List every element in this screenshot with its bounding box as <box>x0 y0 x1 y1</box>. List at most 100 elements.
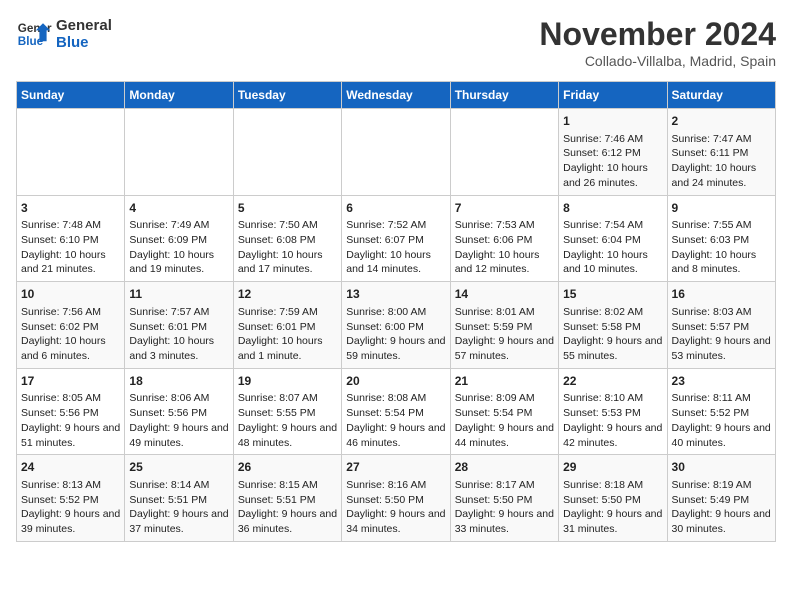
calendar-cell: 1Sunrise: 7:46 AM Sunset: 6:12 PM Daylig… <box>559 109 667 196</box>
calendar-cell: 27 Sunrise: 8:16 AM Sunset: 5:50 PM Dayli… <box>342 455 450 542</box>
calendar-cell: 22Sunrise: 8:10 AM Sunset: 5:53 PM Dayli… <box>559 368 667 455</box>
day-number: 22 <box>563 373 662 390</box>
calendar-cell: 9Sunrise: 7:55 AM Sunset: 6:03 PM Daylig… <box>667 195 775 282</box>
title-block: November 2024 Collado-Villalba, Madrid, … <box>539 16 776 69</box>
day-info: Sunrise: 8:00 AM Sunset: 6:00 PM Dayligh… <box>346 305 445 364</box>
day-info: Sunrise: 8:15 AM Sunset: 5:51 PM Dayligh… <box>238 478 337 537</box>
day-number: 19 <box>238 373 337 390</box>
col-header-tuesday: Tuesday <box>233 82 341 109</box>
day-number: 30 <box>672 459 771 476</box>
calendar-cell: 30 Sunrise: 8:19 AM Sunset: 5:49 PM Dayli… <box>667 455 775 542</box>
day-info: Sunrise: 8:03 AM Sunset: 5:57 PM Dayligh… <box>672 305 771 364</box>
day-info: Sunrise: 8:10 AM Sunset: 5:53 PM Dayligh… <box>563 391 662 450</box>
col-header-friday: Friday <box>559 82 667 109</box>
month-title: November 2024 <box>539 16 776 53</box>
day-info: Sunrise: 7:47 AM Sunset: 6:11 PM Dayligh… <box>672 132 771 191</box>
day-info: Sunrise: 7:59 AM Sunset: 6:01 PM Dayligh… <box>238 305 337 364</box>
day-info: Sunrise: 7:50 AM Sunset: 6:08 PM Dayligh… <box>238 218 337 277</box>
calendar-cell: 6Sunrise: 7:52 AM Sunset: 6:07 PM Daylig… <box>342 195 450 282</box>
day-info: Sunrise: 7:49 AM Sunset: 6:09 PM Dayligh… <box>129 218 228 277</box>
day-info: Sunrise: 8:18 AM Sunset: 5:50 PM Dayligh… <box>563 478 662 537</box>
col-header-monday: Monday <box>125 82 233 109</box>
calendar-cell <box>17 109 125 196</box>
day-info: Sunrise: 8:02 AM Sunset: 5:58 PM Dayligh… <box>563 305 662 364</box>
day-info: Sunrise: 7:54 AM Sunset: 6:04 PM Dayligh… <box>563 218 662 277</box>
day-number: 1 <box>563 113 662 130</box>
calendar-cell: 23Sunrise: 8:11 AM Sunset: 5:52 PM Dayli… <box>667 368 775 455</box>
day-number: 27 <box>346 459 445 476</box>
calendar-cell: 2 Sunrise: 7:47 AM Sunset: 6:11 PM Daylig… <box>667 109 775 196</box>
day-number: 14 <box>455 286 554 303</box>
calendar-cell: 19Sunrise: 8:07 AM Sunset: 5:55 PM Dayli… <box>233 368 341 455</box>
calendar-cell: 16 Sunrise: 8:03 AM Sunset: 5:57 PM Dayli… <box>667 282 775 369</box>
calendar-cell: 18Sunrise: 8:06 AM Sunset: 5:56 PM Dayli… <box>125 368 233 455</box>
day-info: Sunrise: 8:17 AM Sunset: 5:50 PM Dayligh… <box>455 478 554 537</box>
calendar-cell: 17Sunrise: 8:05 AM Sunset: 5:56 PM Dayli… <box>17 368 125 455</box>
logo-blue: Blue <box>56 34 112 51</box>
calendar-cell: 29 Sunrise: 8:18 AM Sunset: 5:50 PM Dayli… <box>559 455 667 542</box>
day-info: Sunrise: 8:16 AM Sunset: 5:50 PM Dayligh… <box>346 478 445 537</box>
logo: General Blue General Blue <box>16 16 112 52</box>
calendar-cell: 21Sunrise: 8:09 AM Sunset: 5:54 PM Dayli… <box>450 368 558 455</box>
calendar-cell: 11 Sunrise: 7:57 AM Sunset: 6:01 PM Dayli… <box>125 282 233 369</box>
calendar-cell <box>125 109 233 196</box>
day-info: Sunrise: 8:11 AM Sunset: 5:52 PM Dayligh… <box>672 391 771 450</box>
day-number: 10 <box>21 286 120 303</box>
calendar-cell: 10 Sunrise: 7:56 AM Sunset: 6:02 PM Dayli… <box>17 282 125 369</box>
day-info: Sunrise: 8:07 AM Sunset: 5:55 PM Dayligh… <box>238 391 337 450</box>
calendar-cell: 20Sunrise: 8:08 AM Sunset: 5:54 PM Dayli… <box>342 368 450 455</box>
logo-general: General <box>56 17 112 34</box>
day-info: Sunrise: 8:14 AM Sunset: 5:51 PM Dayligh… <box>129 478 228 537</box>
day-info: Sunrise: 7:48 AM Sunset: 6:10 PM Dayligh… <box>21 218 120 277</box>
calendar-cell: 12 Sunrise: 7:59 AM Sunset: 6:01 PM Dayli… <box>233 282 341 369</box>
day-info: Sunrise: 7:53 AM Sunset: 6:06 PM Dayligh… <box>455 218 554 277</box>
col-header-wednesday: Wednesday <box>342 82 450 109</box>
col-header-sunday: Sunday <box>17 82 125 109</box>
day-number: 25 <box>129 459 228 476</box>
calendar-cell: 5Sunrise: 7:50 AM Sunset: 6:08 PM Daylig… <box>233 195 341 282</box>
day-number: 29 <box>563 459 662 476</box>
calendar-cell <box>450 109 558 196</box>
day-number: 2 <box>672 113 771 130</box>
day-number: 8 <box>563 200 662 217</box>
calendar-cell: 4Sunrise: 7:49 AM Sunset: 6:09 PM Daylig… <box>125 195 233 282</box>
day-number: 12 <box>238 286 337 303</box>
day-number: 5 <box>238 200 337 217</box>
day-info: Sunrise: 8:08 AM Sunset: 5:54 PM Dayligh… <box>346 391 445 450</box>
calendar-cell: 15 Sunrise: 8:02 AM Sunset: 5:58 PM Dayli… <box>559 282 667 369</box>
day-number: 16 <box>672 286 771 303</box>
calendar-table: SundayMondayTuesdayWednesdayThursdayFrid… <box>16 81 776 542</box>
day-info: Sunrise: 7:52 AM Sunset: 6:07 PM Dayligh… <box>346 218 445 277</box>
day-number: 28 <box>455 459 554 476</box>
day-number: 21 <box>455 373 554 390</box>
day-info: Sunrise: 7:56 AM Sunset: 6:02 PM Dayligh… <box>21 305 120 364</box>
col-header-saturday: Saturday <box>667 82 775 109</box>
calendar-cell: 14Sunrise: 8:01 AM Sunset: 5:59 PM Dayli… <box>450 282 558 369</box>
calendar-cell: 8Sunrise: 7:54 AM Sunset: 6:04 PM Daylig… <box>559 195 667 282</box>
logo-icon: General Blue <box>16 16 52 52</box>
location: Collado-Villalba, Madrid, Spain <box>539 53 776 69</box>
calendar-cell: 7Sunrise: 7:53 AM Sunset: 6:06 PM Daylig… <box>450 195 558 282</box>
day-info: Sunrise: 8:19 AM Sunset: 5:49 PM Dayligh… <box>672 478 771 537</box>
day-info: Sunrise: 8:05 AM Sunset: 5:56 PM Dayligh… <box>21 391 120 450</box>
calendar-cell: 25 Sunrise: 8:14 AM Sunset: 5:51 PM Dayli… <box>125 455 233 542</box>
calendar-cell: 28 Sunrise: 8:17 AM Sunset: 5:50 PM Dayli… <box>450 455 558 542</box>
day-number: 4 <box>129 200 228 217</box>
calendar-cell: 13 Sunrise: 8:00 AM Sunset: 6:00 PM Dayli… <box>342 282 450 369</box>
day-number: 11 <box>129 286 228 303</box>
col-header-thursday: Thursday <box>450 82 558 109</box>
calendar-cell <box>342 109 450 196</box>
day-number: 26 <box>238 459 337 476</box>
day-number: 6 <box>346 200 445 217</box>
day-number: 15 <box>563 286 662 303</box>
day-number: 3 <box>21 200 120 217</box>
day-number: 7 <box>455 200 554 217</box>
day-info: Sunrise: 8:09 AM Sunset: 5:54 PM Dayligh… <box>455 391 554 450</box>
day-number: 13 <box>346 286 445 303</box>
calendar-cell: 3Sunrise: 7:48 AM Sunset: 6:10 PM Daylig… <box>17 195 125 282</box>
calendar-cell: 26 Sunrise: 8:15 AM Sunset: 5:51 PM Dayli… <box>233 455 341 542</box>
day-info: Sunrise: 7:57 AM Sunset: 6:01 PM Dayligh… <box>129 305 228 364</box>
day-info: Sunrise: 8:06 AM Sunset: 5:56 PM Dayligh… <box>129 391 228 450</box>
day-number: 17 <box>21 373 120 390</box>
day-number: 24 <box>21 459 120 476</box>
